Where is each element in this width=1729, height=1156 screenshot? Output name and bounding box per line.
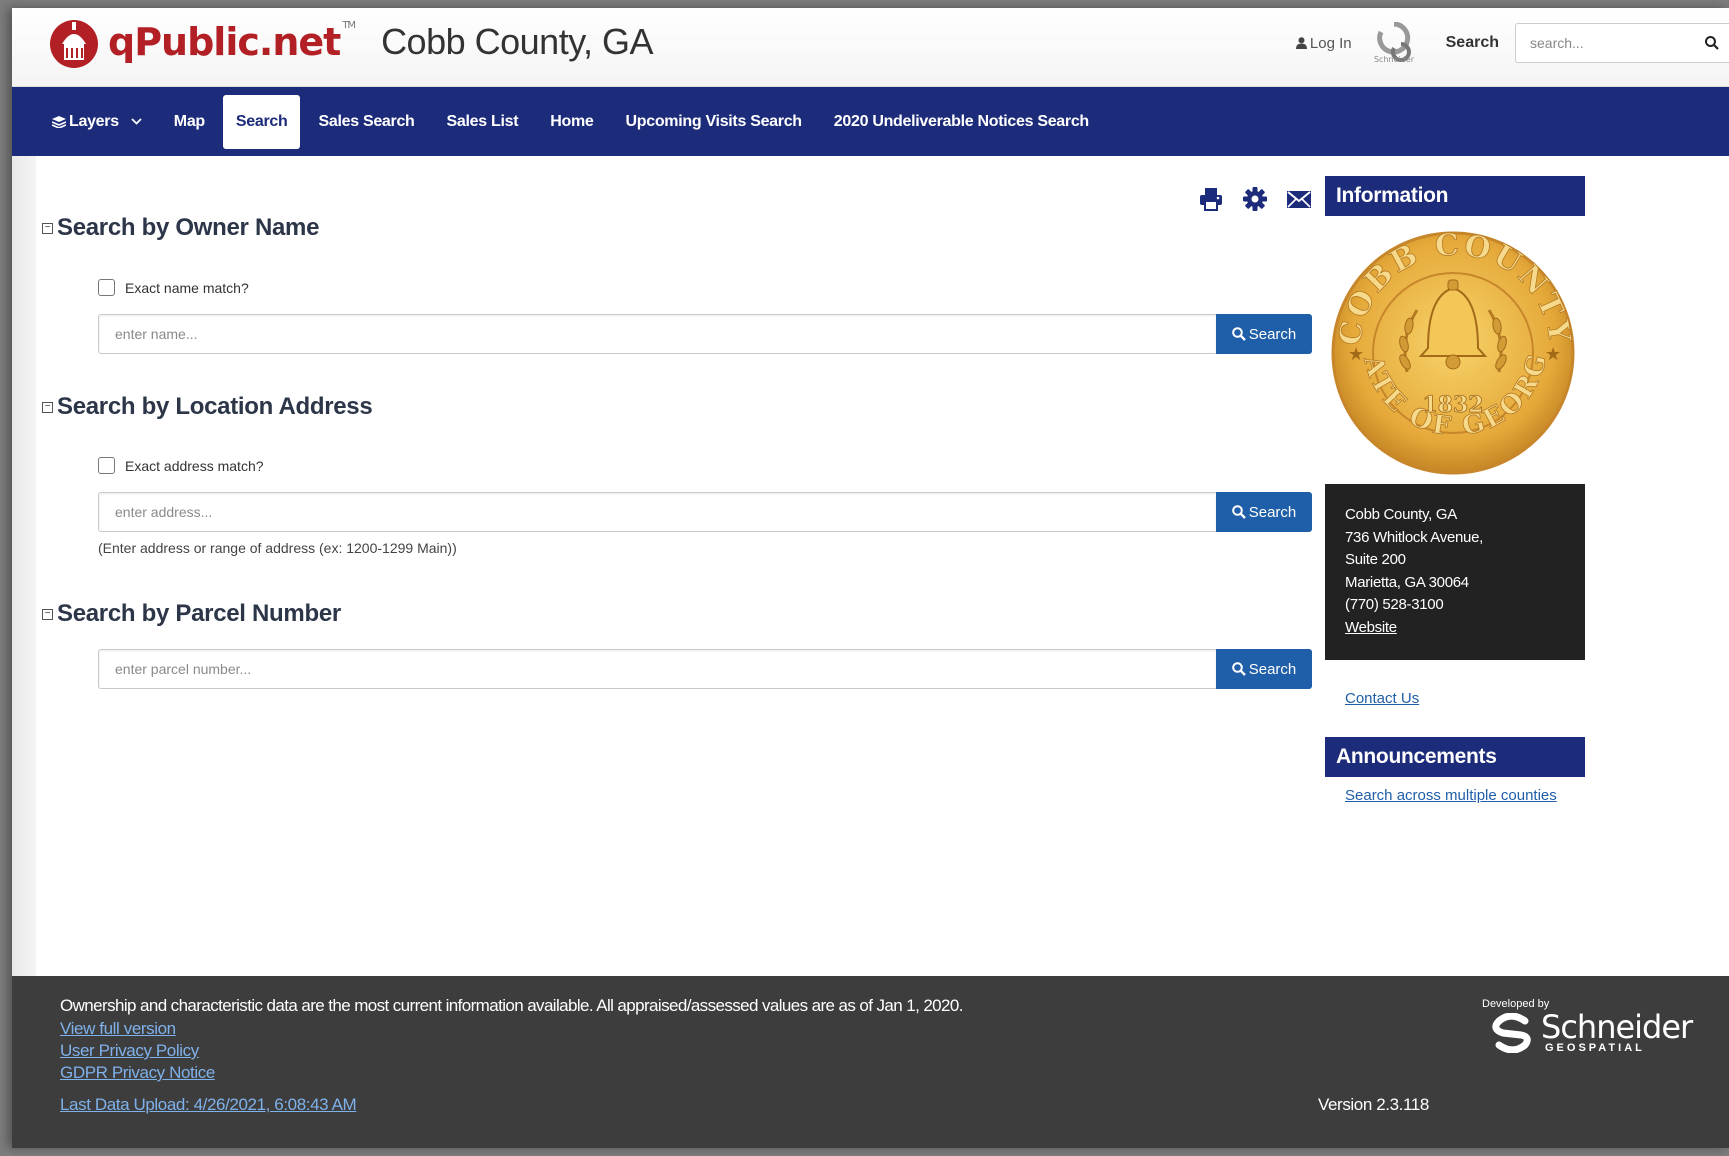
phone-number: (770) 528-3100	[1345, 596, 1444, 613]
exact-name-checkbox[interactable]	[98, 279, 115, 296]
schneider-mini-logo[interactable]: Schneider	[1370, 22, 1418, 64]
nav-sales-list[interactable]: Sales List	[431, 95, 535, 149]
browser-page: qPublic.net TM Cobb County, GA Log In Sch…	[12, 8, 1729, 1148]
search-content: − Search by Owner Name Exact name match?…	[36, 156, 1317, 978]
login-label: Log In	[1309, 34, 1352, 52]
schneider-wordmark: Schneider	[1541, 1008, 1693, 1046]
developed-by-label: Developed by	[1482, 998, 1550, 1010]
site-header: qPublic.net TM Cobb County, GA Log In Sch…	[12, 8, 1729, 87]
address-search-button[interactable]: Search	[1216, 492, 1312, 532]
nav-map[interactable]: Map	[158, 95, 221, 149]
cobb-county-seal-image: COBB COUNTY STATE OF GEORGIA	[1325, 222, 1575, 475]
site-logo[interactable]: qPublic.net TM Cobb County, GA	[42, 16, 654, 68]
search-icon	[1231, 662, 1246, 676]
information-header: Information	[1325, 176, 1585, 216]
owner-section-title: Search by Owner Name	[57, 214, 320, 241]
page-tools	[1198, 186, 1312, 212]
multi-county-search-link[interactable]: Search across multiple counties	[1345, 787, 1557, 804]
exact-name-label: Exact name match?	[125, 279, 249, 296]
layers-icon	[52, 115, 66, 128]
owner-search-button-label: Search	[1248, 325, 1297, 343]
schneider-geospatial-logo[interactable]: Schneider GEOSPATIAL	[1485, 1008, 1693, 1054]
user-icon	[1295, 37, 1307, 49]
email-icon[interactable]	[1286, 186, 1312, 212]
contact-us-link[interactable]: Contact Us	[1345, 690, 1419, 707]
address-line: 736 Whitlock Avenue,	[1345, 528, 1483, 546]
search-icon[interactable]	[1705, 36, 1719, 50]
collapse-icon[interactable]: −	[42, 608, 53, 620]
parcel-number-input[interactable]: enter parcel number...	[98, 649, 1216, 689]
county-seal: COBB COUNTY STATE OF GEORGIA	[1325, 222, 1585, 484]
exact-name-row: Exact name match?	[98, 279, 249, 296]
capitol-dome-icon	[50, 20, 98, 68]
county-title: Cobb County, GA	[381, 21, 654, 62]
nav-search[interactable]: Search	[222, 94, 301, 149]
collapse-icon[interactable]: −	[42, 401, 53, 413]
schneider-swirl-icon	[1492, 1013, 1531, 1053]
info-sidebar: Information COBB COUNTY ATE OF GEORG 183…	[1317, 156, 1729, 978]
parcel-search-row: enter parcel number... Search	[98, 649, 1312, 689]
gdpr-privacy-notice-link[interactable]: GDPR Privacy Notice	[60, 1063, 215, 1083]
address-section-header[interactable]: − Search by Location Address	[42, 393, 373, 421]
header-search-placeholder: search...	[1530, 35, 1584, 51]
print-icon[interactable]	[1198, 186, 1224, 212]
site-footer: Ownership and characteristic data are th…	[12, 976, 1729, 1148]
nav-sales-search[interactable]: Sales Search	[302, 95, 430, 149]
gear-icon[interactable]	[1242, 186, 1268, 212]
svg-text:★: ★	[1545, 344, 1561, 364]
parcel-section-title: Search by Parcel Number	[57, 600, 341, 627]
parcel-number-placeholder: enter parcel number...	[115, 661, 252, 677]
website-link[interactable]: Website	[1345, 617, 1585, 640]
parcel-search-button-label: Search	[1248, 660, 1297, 678]
nav-upcoming-visits-search[interactable]: Upcoming Visits Search	[610, 95, 818, 149]
app-version: Version 2.3.118	[1318, 1095, 1429, 1114]
parcel-search-button[interactable]: Search	[1216, 649, 1312, 689]
owner-search-row: enter name... Search	[98, 314, 1312, 354]
address-line: Cobb County, GA	[1345, 506, 1457, 523]
svg-text:Schneider: Schneider	[1374, 55, 1415, 64]
last-data-upload-link[interactable]: Last Data Upload: 4/26/2021, 6:08:43 AM	[60, 1095, 357, 1115]
address-section-title: Search by Location Address	[57, 393, 373, 420]
address-hint: (Enter address or range of address (ex: …	[98, 540, 457, 556]
owner-name-input[interactable]: enter name...	[98, 314, 1216, 354]
owner-section-header[interactable]: − Search by Owner Name	[42, 214, 319, 242]
user-privacy-policy-link[interactable]: User Privacy Policy	[60, 1041, 199, 1061]
view-full-version-link[interactable]: View full version	[60, 1019, 176, 1039]
header-right: Log In Schneider Search search...	[1295, 22, 1729, 64]
nav-home[interactable]: Home	[534, 95, 609, 149]
parcel-section-header[interactable]: − Search by Parcel Number	[42, 600, 341, 628]
chevron-down-icon	[131, 118, 142, 125]
nav-undeliverable-notices-search[interactable]: 2020 Undeliverable Notices Search	[818, 95, 1105, 149]
owner-name-placeholder: enter name...	[115, 326, 198, 342]
logo-wordmark: qPublic.net TM	[108, 20, 356, 64]
announcements-header: Announcements	[1325, 737, 1585, 777]
header-search-input[interactable]: search...	[1515, 23, 1729, 63]
address-placeholder: enter address...	[115, 504, 213, 520]
county-address-box: Cobb County, GA 736 Whitlock Avenue, Sui…	[1325, 484, 1585, 660]
address-search-row: enter address... Search	[98, 492, 1312, 532]
nav-layers-label: Layers	[69, 112, 119, 130]
search-icon	[1231, 505, 1246, 519]
address-search-button-label: Search	[1248, 503, 1297, 521]
collapse-icon[interactable]: −	[42, 222, 53, 234]
svg-text:1832: 1832	[1422, 392, 1483, 418]
main-nav: Layers Map Search Sales Search Sales Lis…	[12, 87, 1729, 156]
header-search-label: Search	[1445, 34, 1499, 51]
svg-text:★: ★	[1348, 344, 1364, 364]
login-link[interactable]: Log In	[1295, 34, 1352, 52]
owner-search-button[interactable]: Search	[1216, 314, 1312, 354]
address-line: Suite 200	[1345, 551, 1406, 568]
nav-layers[interactable]: Layers	[36, 95, 158, 149]
exact-address-row: Exact address match?	[98, 457, 264, 474]
address-line: Marietta, GA 30064	[1345, 573, 1469, 591]
exact-address-checkbox[interactable]	[98, 457, 115, 474]
exact-address-label: Exact address match?	[125, 457, 264, 474]
address-input[interactable]: enter address...	[98, 492, 1216, 532]
search-icon	[1231, 327, 1246, 341]
left-gutter	[12, 156, 36, 978]
data-disclaimer: Ownership and characteristic data are th…	[60, 996, 963, 1015]
